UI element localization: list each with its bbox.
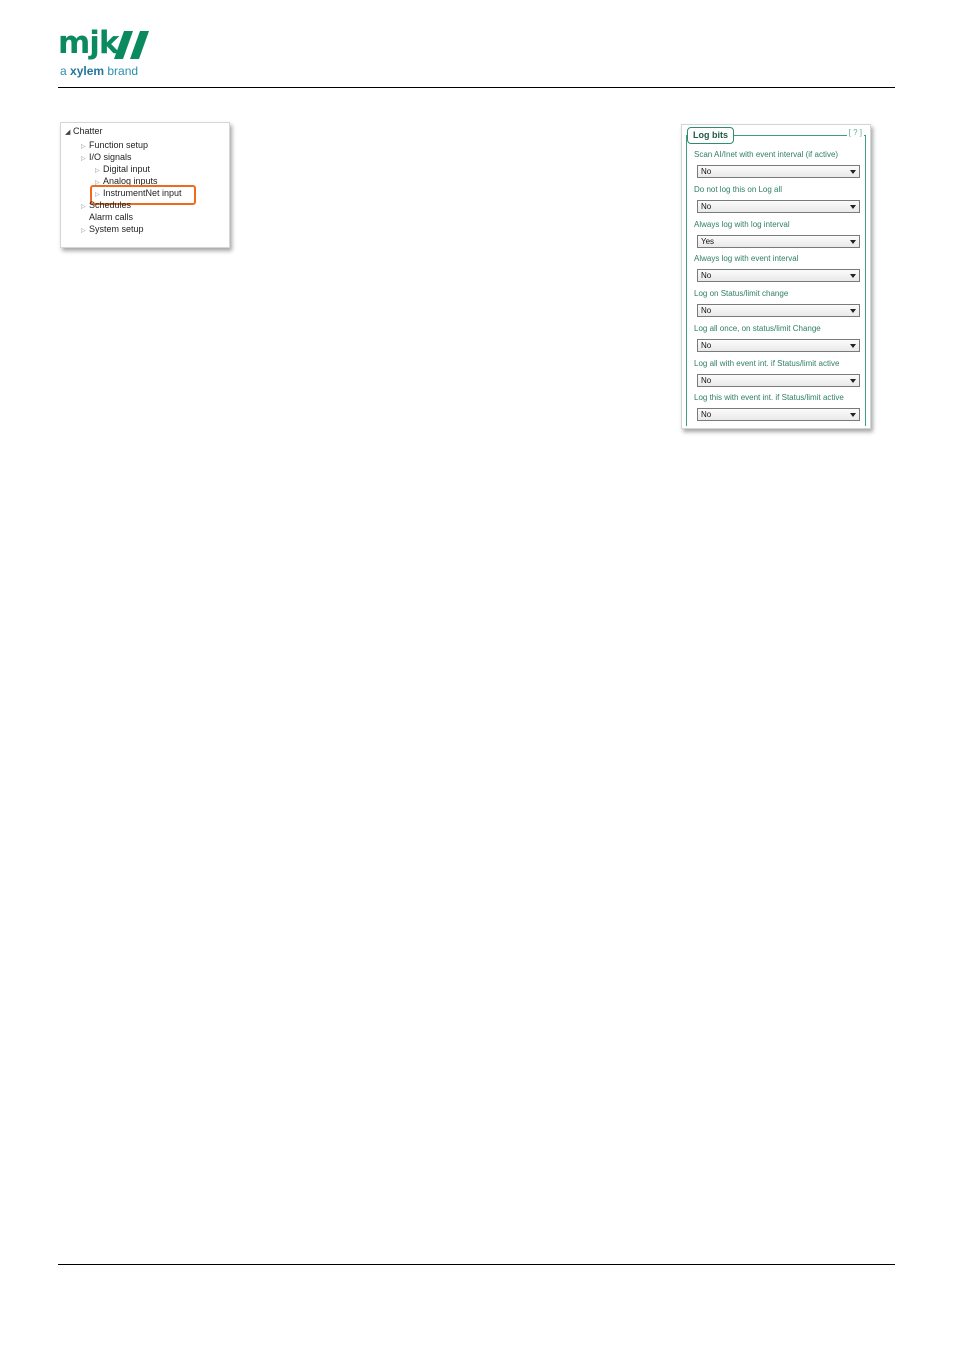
logo-tagline-brand: xylem [70, 64, 105, 78]
field-label-always-log-interval: Always log with log interval [694, 220, 790, 229]
footer-rule [58, 1264, 895, 1265]
log-all-event-select[interactable]: No [697, 374, 860, 387]
log-bits-panel: Log bits [ ? ] Scan AI/Inet with event i… [681, 124, 871, 429]
collapsed-triangle-icon[interactable]: ▷ [81, 202, 89, 213]
logo-slashes-icon [114, 31, 149, 59]
help-link[interactable]: [ ? ] [846, 128, 864, 138]
dropdown-arrow-icon[interactable] [850, 170, 856, 174]
logo-tagline-suffix: brand [104, 64, 139, 78]
dropdown-arrow-icon[interactable] [850, 344, 856, 348]
log-bits-title: Log bits [687, 127, 734, 144]
scan-ai-select[interactable]: No [697, 165, 860, 178]
header-rule [58, 87, 895, 88]
field-label-log-this-event: Log this with event int. if Status/limit… [694, 393, 844, 402]
dropdown-arrow-icon[interactable] [850, 240, 856, 244]
collapsed-triangle-icon[interactable]: ▷ [81, 226, 89, 237]
dropdown-arrow-icon[interactable] [850, 274, 856, 278]
tree-node-alarm-calls[interactable]: Alarm calls [89, 212, 133, 223]
field-label-log-all-event: Log all with event int. if Status/limit … [694, 359, 840, 368]
logo-tagline-prefix: a [60, 64, 71, 78]
log-this-event-select[interactable]: No [697, 408, 860, 421]
log-on-status-select[interactable]: No [697, 304, 860, 317]
tree-node-label: Digital input [103, 164, 151, 174]
always-log-event-select[interactable]: No [697, 269, 860, 282]
dropdown-arrow-icon[interactable] [850, 413, 856, 417]
select-value: No [701, 202, 712, 211]
field-label-always-log-event: Always log with event interval [694, 254, 799, 263]
log-all-once-select[interactable]: No [697, 339, 860, 352]
mjk-xylem-logo: mjk a xylem brand [58, 25, 168, 80]
dropdown-arrow-icon[interactable] [850, 379, 856, 383]
select-value: Yes [701, 237, 715, 246]
collapsed-triangle-icon[interactable]: ▷ [81, 154, 89, 165]
tree-node-label: System setup [89, 224, 144, 234]
field-label-log-all-once: Log all once, on status/limit Change [694, 324, 821, 333]
select-value: No [701, 410, 712, 419]
select-value: No [701, 376, 712, 385]
select-value: No [701, 167, 712, 176]
tree-node-label: Alarm calls [89, 212, 134, 222]
dropdown-arrow-icon[interactable] [850, 205, 856, 209]
select-value: No [701, 271, 712, 280]
select-value: No [701, 341, 712, 350]
field-label-do-not-log: Do not log this on Log all [694, 185, 783, 194]
do-not-log-select[interactable]: No [697, 200, 860, 213]
field-label-log-on-status: Log on Status/limit change [694, 289, 789, 298]
field-label-scan-ai: Scan AI/Inet with event interval (if act… [694, 150, 839, 159]
navigation-tree: ◢ Chatter ▷ Function setup ▷ I/O signals ▷ D… [60, 122, 230, 248]
tree-node-chatter[interactable]: ◢ Chatter [65, 126, 103, 138]
select-value: No [701, 306, 712, 315]
logo-tagline: a xylem brand [60, 64, 138, 78]
tree-node-system-setup[interactable]: ▷ System setup [81, 224, 144, 237]
tree-node-label: Chatter [73, 126, 103, 136]
tree-node-label: Function setup [89, 140, 149, 150]
dropdown-arrow-icon[interactable] [850, 309, 856, 313]
expanded-triangle-icon[interactable]: ◢ [65, 127, 73, 138]
tree-node-label: I/O signals [89, 152, 132, 162]
always-log-interval-select[interactable]: Yes [697, 235, 860, 248]
logo-wordmark: mjk [58, 25, 120, 61]
tree-node-label: Schedules [89, 200, 132, 210]
